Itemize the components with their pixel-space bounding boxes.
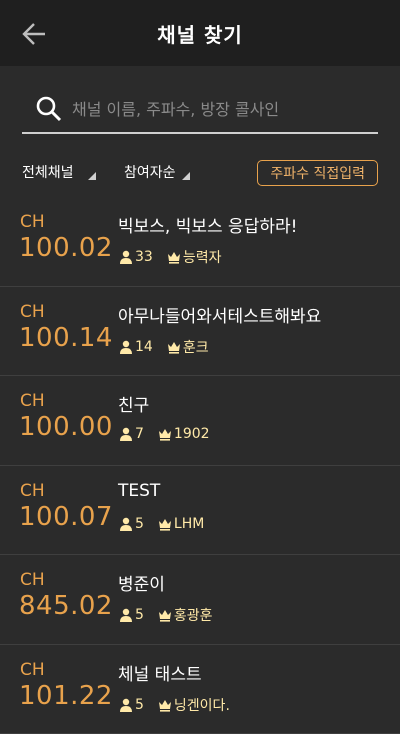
ch-label: CH (20, 660, 45, 680)
host-callsign: 능력자 (183, 247, 222, 267)
channel-row[interactable]: CH 100.14 아무나들어와서테스트해봐요 14 훈크 (0, 287, 400, 377)
channel-row[interactable]: CH 845.02 병준이 5 홍광훈 (0, 555, 400, 645)
channel-meta: 7 1902 (119, 426, 210, 442)
channel-name: 친구 (118, 391, 149, 416)
crown-icon (158, 427, 172, 441)
search-box[interactable] (22, 86, 378, 134)
dropdown-triangle-icon (88, 172, 96, 180)
channel-frequency: 100.02 (19, 233, 113, 263)
user-count: 5 (135, 516, 144, 532)
user-count: 33 (135, 249, 153, 265)
crown-icon (158, 517, 172, 531)
channel-frequency: 100.14 (19, 323, 113, 353)
channel-name: 병준이 (118, 570, 165, 595)
ch-label: CH (20, 212, 45, 232)
all-channels-label: 전체채널 (22, 162, 74, 182)
host-callsign: 훈크 (183, 337, 209, 357)
channel-name: 체널 태스트 (118, 660, 202, 685)
channel-frequency: 101.22 (19, 681, 113, 711)
channel-row[interactable]: CH 101.22 체널 태스트 5 닝겐이다. (0, 645, 400, 734)
back-arrow-icon (21, 21, 47, 47)
channel-meta: 14 훈크 (119, 337, 209, 357)
channel-meta: 5 LHM (119, 516, 204, 532)
sort-participants-label: 참여자순 (124, 162, 176, 182)
ch-label: CH (20, 302, 45, 322)
user-count: 14 (135, 339, 153, 355)
user-count: 5 (135, 607, 144, 623)
user-icon (119, 608, 133, 622)
channel-name: 빅보스, 빅보스 응답하라! (118, 212, 297, 237)
user-icon (119, 517, 133, 531)
channel-row[interactable]: CH 100.07 TEST 5 LHM (0, 466, 400, 556)
channel-frequency: 100.00 (19, 412, 113, 442)
all-channels-filter[interactable]: 전체채널 (22, 162, 96, 182)
search-icon (34, 94, 64, 124)
ch-label: CH (20, 570, 45, 590)
user-count: 5 (135, 697, 144, 713)
ch-label: CH (20, 391, 45, 411)
user-icon (119, 340, 133, 354)
user-icon (119, 427, 133, 441)
crown-icon (158, 608, 172, 622)
crown-icon (158, 698, 172, 712)
channel-meta: 5 닝겐이다. (119, 695, 230, 715)
dropdown-triangle-icon (182, 172, 190, 180)
channel-frequency: 845.02 (19, 591, 113, 621)
back-button[interactable] (14, 14, 54, 54)
top-bar: 채널 찾기 (0, 0, 400, 66)
ch-label: CH (20, 481, 45, 501)
channel-meta: 33 능력자 (119, 247, 221, 267)
channel-list: CH 100.02 빅보스, 빅보스 응답하라! 33 능력자 CH 100.1… (0, 197, 400, 734)
crown-icon (167, 250, 181, 264)
channel-frequency: 100.07 (19, 502, 113, 532)
host-callsign: 홍광훈 (174, 605, 213, 625)
crown-icon (167, 340, 181, 354)
user-icon (119, 698, 133, 712)
channel-name: TEST (118, 481, 160, 501)
sort-participants-filter[interactable]: 참여자순 (124, 162, 190, 182)
user-icon (119, 250, 133, 264)
filter-bar: 전체채널 참여자순 주파수 직접입력 (0, 158, 400, 192)
user-count: 7 (135, 426, 144, 442)
channel-row[interactable]: CH 100.02 빅보스, 빅보스 응답하라! 33 능력자 (0, 197, 400, 287)
channel-name: 아무나들어와서테스트해봐요 (118, 302, 321, 327)
search-input[interactable] (72, 89, 378, 129)
page-title: 채널 찾기 (157, 19, 243, 48)
direct-frequency-input-button[interactable]: 주파수 직접입력 (257, 160, 378, 186)
host-callsign: LHM (174, 516, 204, 532)
channel-row[interactable]: CH 100.00 친구 7 1902 (0, 376, 400, 466)
channel-meta: 5 홍광훈 (119, 605, 213, 625)
host-callsign: 닝겐이다. (174, 695, 230, 715)
host-callsign: 1902 (174, 426, 210, 442)
